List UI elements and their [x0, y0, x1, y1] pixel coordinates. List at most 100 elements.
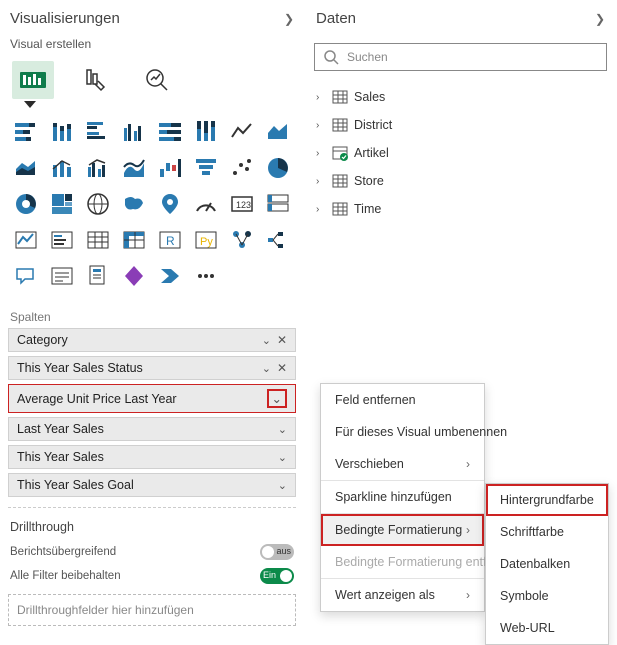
- table-icon: [332, 117, 348, 133]
- chevron-right-icon: ›: [316, 204, 326, 215]
- field-label: Last Year Sales: [17, 422, 104, 436]
- table-item[interactable]: ›Sales: [314, 83, 607, 111]
- viz-narrative-icon[interactable]: [46, 260, 78, 292]
- keep-filters-label: Alle Filter beibehalten: [10, 570, 121, 582]
- table-label: Artikel: [354, 146, 389, 160]
- viz-key-influencers-icon[interactable]: [226, 224, 258, 256]
- field-label: Average Unit Price Last Year: [17, 392, 177, 406]
- collapse-viz-icon[interactable]: ❯: [284, 12, 294, 26]
- viz-powerautomate-icon[interactable]: [154, 260, 186, 292]
- chevron-down-icon[interactable]: ⌄: [278, 423, 287, 436]
- field-row[interactable]: This Year Sales⌄: [8, 445, 296, 469]
- table-icon: [332, 145, 348, 161]
- viz-card-icon[interactable]: 123: [226, 188, 258, 220]
- field-label: This Year Sales Goal: [17, 478, 134, 492]
- viz-more-icon[interactable]: [190, 260, 222, 292]
- menu-item-label: Wert anzeigen als: [335, 588, 435, 602]
- table-item[interactable]: ›Artikel: [314, 139, 607, 167]
- field-label: Category: [17, 333, 68, 347]
- chevron-right-icon: ›: [466, 457, 470, 471]
- remove-field-icon[interactable]: ✕: [277, 333, 287, 347]
- viz-stacked-area-icon[interactable]: [10, 152, 42, 184]
- viz-funnel-icon[interactable]: [190, 152, 222, 184]
- viz-waterfall-icon[interactable]: [154, 152, 186, 184]
- table-item[interactable]: ›Time: [314, 195, 607, 223]
- menu-item[interactable]: Bedingte Formatierung›: [321, 514, 484, 546]
- collapse-data-icon[interactable]: ❯: [595, 12, 605, 26]
- viz-area-icon[interactable]: [262, 116, 294, 148]
- chevron-down-icon[interactable]: ⌄: [267, 389, 287, 408]
- build-visual-tab[interactable]: [12, 61, 54, 99]
- menu-item[interactable]: Wert anzeigen als ›: [321, 579, 484, 611]
- chevron-down-icon[interactable]: ⌄: [278, 479, 287, 492]
- submenu-item[interactable]: Symbole: [486, 580, 608, 612]
- submenu-item-label: Datenbalken: [500, 557, 570, 571]
- remove-field-icon[interactable]: ✕: [277, 361, 287, 375]
- viz-paginated-icon[interactable]: [82, 260, 114, 292]
- viz-r-icon[interactable]: R: [154, 224, 186, 256]
- field-row[interactable]: This Year Sales Goal ⌄: [8, 473, 296, 497]
- viz-multirow-card-icon[interactable]: [262, 188, 294, 220]
- viz-donut-icon[interactable]: [10, 188, 42, 220]
- chevron-down-icon[interactable]: ⌄: [262, 362, 271, 375]
- viz-map-icon[interactable]: [82, 188, 114, 220]
- chevron-down-icon[interactable]: ⌄: [262, 334, 271, 347]
- chevron-right-icon: ›: [316, 176, 326, 187]
- viz-kpi-icon[interactable]: [10, 224, 42, 256]
- viz-100-bar-icon[interactable]: [154, 116, 186, 148]
- format-visual-tab[interactable]: [74, 61, 116, 99]
- viz-slicer-icon[interactable]: [46, 224, 78, 256]
- viz-line-stacked-column-icon[interactable]: [46, 152, 78, 184]
- keep-filters-toggle[interactable]: Ein: [260, 568, 294, 584]
- viz-clustered-column-icon[interactable]: [118, 116, 150, 148]
- viz-stacked-column-icon[interactable]: [46, 116, 78, 148]
- field-row[interactable]: Category ⌄ ✕: [8, 328, 296, 352]
- table-item[interactable]: ›District: [314, 111, 607, 139]
- viz-powerapps-icon[interactable]: [118, 260, 150, 292]
- menu-item[interactable]: Feld entfernen: [321, 384, 484, 416]
- viz-python-icon[interactable]: Py: [190, 224, 222, 256]
- viz-treemap-icon[interactable]: [46, 188, 78, 220]
- menu-item[interactable]: Für dieses Visual umbenennen: [321, 416, 484, 448]
- viz-table-icon[interactable]: [82, 224, 114, 256]
- submenu-item-label: Symbole: [500, 589, 549, 603]
- viz-filled-map-icon[interactable]: [118, 188, 150, 220]
- field-row[interactable]: This Year Sales Status⌄✕: [8, 356, 296, 380]
- columns-label: Spalten: [6, 302, 298, 328]
- viz-qa-icon[interactable]: [10, 260, 42, 292]
- viz-azure-map-icon[interactable]: [154, 188, 186, 220]
- data-pane-title: Daten: [316, 10, 356, 27]
- viz-clustered-bar-icon[interactable]: [82, 116, 114, 148]
- menu-item-label: Für dieses Visual umbenennen: [335, 425, 507, 439]
- chevron-right-icon: ›: [316, 92, 326, 103]
- submenu-item-label: Hintergrundfarbe: [500, 493, 594, 507]
- viz-stacked-bar-icon[interactable]: [10, 116, 42, 148]
- viz-100-column-icon[interactable]: [190, 116, 222, 148]
- viz-line-clustered-column-icon[interactable]: [82, 152, 114, 184]
- viz-ribbon-icon[interactable]: [118, 152, 150, 184]
- submenu-item[interactable]: Datenbalken: [486, 548, 608, 580]
- menu-item[interactable]: Sparkline hinzufügen: [321, 481, 484, 513]
- viz-pane-title: Visualisierungen: [10, 10, 120, 27]
- cross-report-toggle[interactable]: aus: [260, 544, 294, 560]
- submenu-item[interactable]: Hintergrundfarbe: [486, 484, 608, 516]
- search-input[interactable]: Suchen: [314, 43, 607, 71]
- submenu-item[interactable]: Web-URL: [486, 612, 608, 644]
- viz-matrix-icon[interactable]: [118, 224, 150, 256]
- chevron-right-icon: ›: [466, 588, 470, 602]
- table-item[interactable]: ›Store: [314, 167, 607, 195]
- submenu-item[interactable]: Schriftfarbe: [486, 516, 608, 548]
- table-icon: [332, 173, 348, 189]
- menu-item-label: Verschieben: [335, 457, 404, 471]
- viz-scatter-icon[interactable]: [226, 152, 258, 184]
- field-row[interactable]: Last Year Sales ⌄: [8, 417, 296, 441]
- viz-gauge-icon[interactable]: [190, 188, 222, 220]
- viz-line-icon[interactable]: [226, 116, 258, 148]
- viz-decomposition-icon[interactable]: [262, 224, 294, 256]
- chevron-down-icon[interactable]: ⌄: [278, 451, 287, 464]
- menu-item[interactable]: Verschieben ›: [321, 448, 484, 480]
- viz-pie-icon[interactable]: [262, 152, 294, 184]
- analytics-tab[interactable]: [136, 61, 178, 99]
- field-row[interactable]: Average Unit Price Last Year ⌄: [8, 384, 296, 413]
- drillthrough-dropzone[interactable]: Drillthroughfelder hier hinzufügen: [8, 594, 296, 626]
